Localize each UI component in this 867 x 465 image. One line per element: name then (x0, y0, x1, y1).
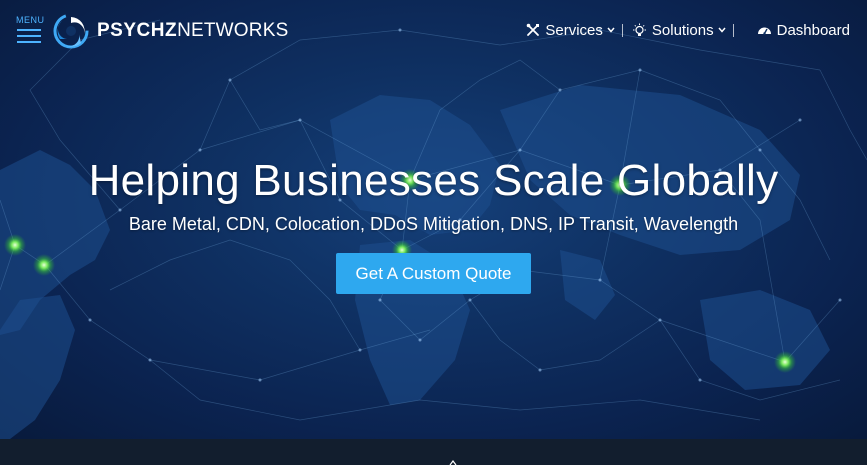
scroll-down-icon[interactable] (448, 460, 458, 465)
wrench-screwdriver-icon (527, 23, 540, 36)
chevron-down-icon (607, 27, 615, 33)
hero-headline: Helping Businesses Scale Globally (88, 156, 779, 205)
node-glow (4, 234, 26, 256)
nav-divider (732, 23, 734, 37)
nav-services-label: Services (545, 21, 603, 39)
nav-solutions-label: Solutions (651, 21, 714, 39)
logo-swirl-icon (53, 13, 89, 49)
get-custom-quote-button[interactable]: Get A Custom Quote (336, 253, 531, 294)
bottom-strip (0, 439, 867, 465)
nav-item-dashboard[interactable]: Dashboard (757, 22, 850, 39)
main-nav: Services Solutions Dashboard (526, 19, 850, 41)
menu-button[interactable]: MENU (16, 15, 44, 45)
logo-wordmark: PSYCHZNETWORKS (97, 20, 288, 42)
nav-item-solutions[interactable]: Solutions (632, 22, 726, 39)
nav-dashboard-label: Dashboard (776, 21, 850, 39)
node-glow (774, 351, 796, 373)
lightbulb-icon (632, 23, 646, 36)
logo-text-thin: NETWORKS (177, 20, 289, 41)
logo[interactable]: PSYCHZNETWORKS (53, 11, 288, 51)
hero-section: MENU PSYCHZNETWORKS Services Solutions D… (0, 0, 867, 439)
chevron-down-icon (718, 27, 726, 33)
logo-text-bold: PSYCHZ (97, 20, 178, 41)
nav-divider (621, 23, 623, 37)
node-glow (33, 254, 55, 276)
top-navigation-bar: MENU PSYCHZNETWORKS Services Solutions D… (0, 0, 867, 60)
hero-subheadline: Bare Metal, CDN, Colocation, DDoS Mitiga… (128, 214, 739, 234)
menu-label: MENU (16, 15, 45, 25)
speedometer-icon (757, 27, 771, 35)
nav-item-services[interactable]: Services (526, 22, 615, 39)
hamburger-icon (17, 29, 41, 43)
